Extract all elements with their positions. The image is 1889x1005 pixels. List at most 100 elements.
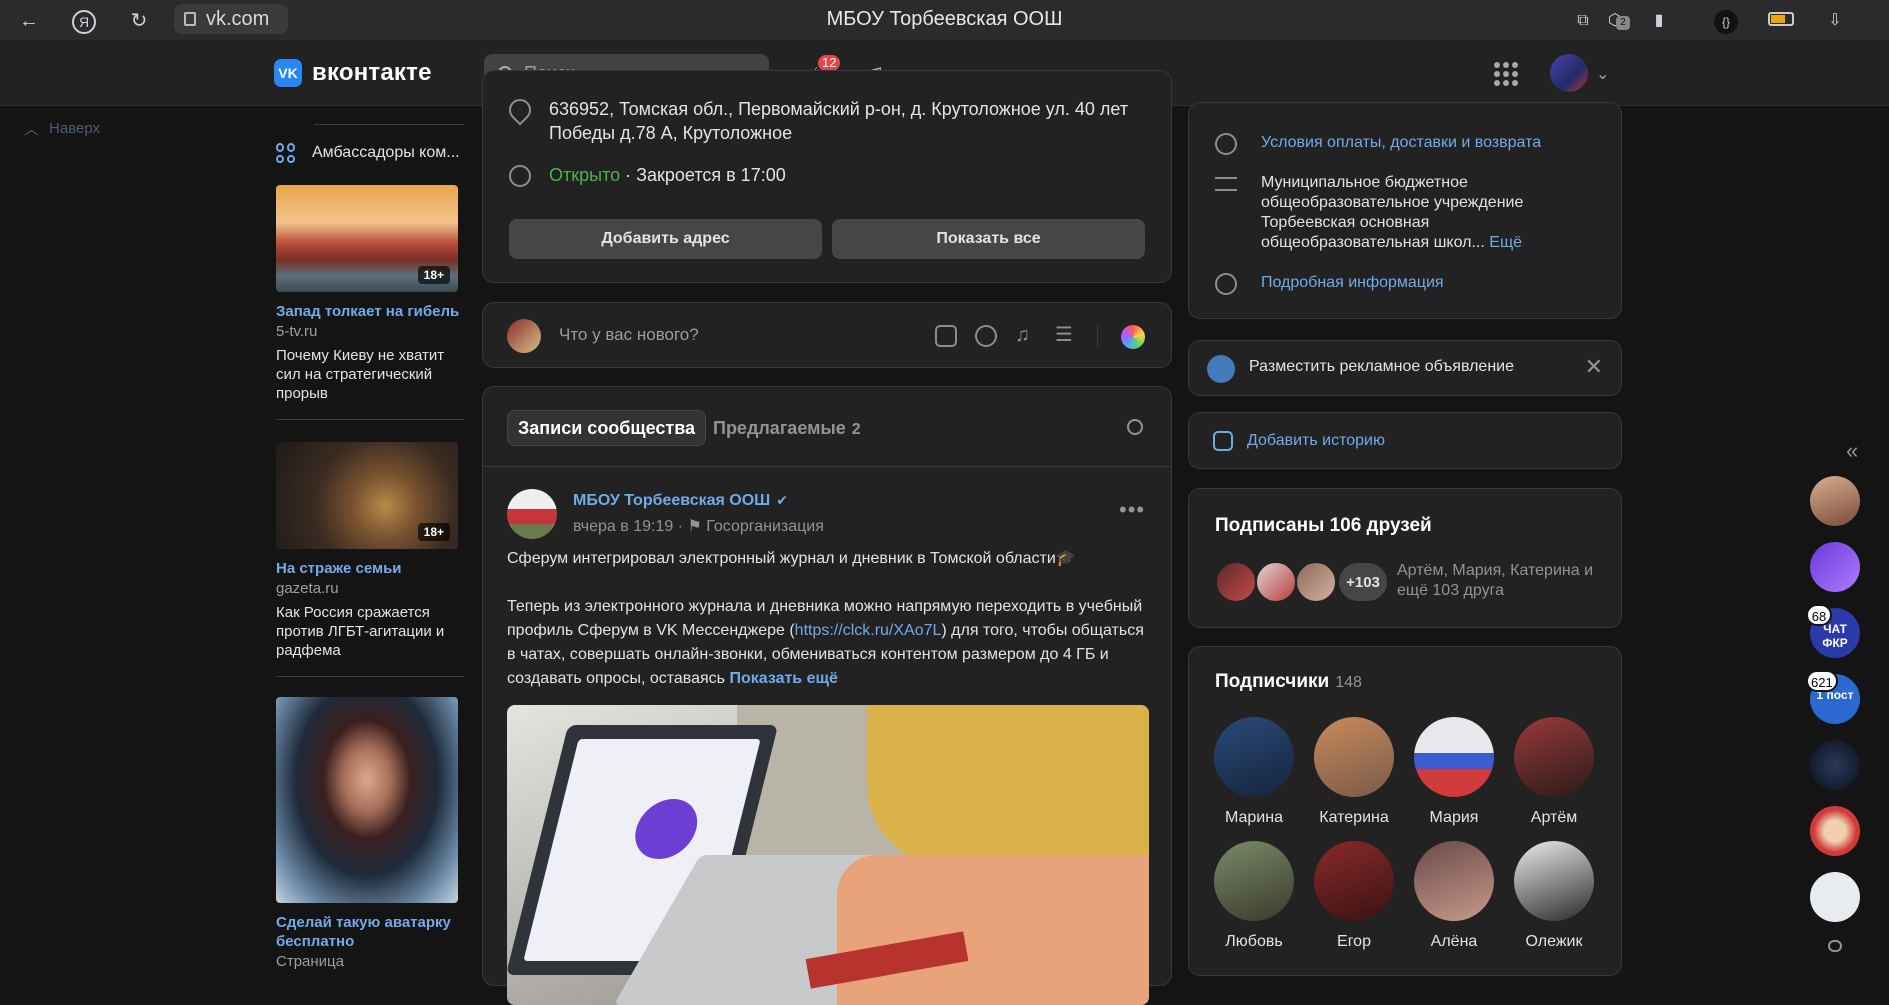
yandex-icon[interactable]: Я: [72, 10, 96, 34]
subscriber[interactable]: Алёна: [1409, 841, 1499, 951]
closing-time: · Закроется в 17:00: [625, 165, 786, 185]
back-icon[interactable]: ←: [18, 10, 40, 32]
extension-icon[interactable]: {}: [1714, 10, 1738, 34]
scroll-up-button[interactable]: ︿ Наверх: [24, 118, 100, 139]
subscriber[interactable]: Олежик: [1509, 841, 1599, 951]
tab-community-posts[interactable]: Записи сообщества: [507, 410, 707, 446]
subscriber-name: Егор: [1337, 933, 1371, 950]
ambassadors-icon: [276, 143, 296, 163]
verified-icon: ✔: [776, 492, 788, 508]
image-person: [837, 855, 1149, 1005]
ad-card[interactable]: 18+ Запад толкает на гибель 5-tv.ru Поче…: [276, 185, 464, 420]
tab-suggested[interactable]: Предлагаемые 2: [713, 418, 861, 439]
terms-link[interactable]: Условия оплаты, доставки и возврата: [1261, 133, 1541, 155]
terms-row[interactable]: Условия оплаты, доставки и возврата: [1215, 133, 1541, 155]
friends-more-count[interactable]: +103: [1337, 561, 1389, 603]
post-link[interactable]: https://clck.ru/XAo7L: [795, 622, 942, 639]
subscriber-avatar: [1314, 841, 1394, 921]
description-icon: [1215, 177, 1237, 191]
post-composer[interactable]: Что у вас нового? ♫ ☰: [482, 302, 1172, 368]
ambassadors-link[interactable]: Амбассадоры ком...: [276, 143, 464, 163]
close-icon[interactable]: ✕: [1585, 354, 1603, 380]
suggested-count: 2: [851, 421, 861, 438]
promo-label[interactable]: Разместить рекламное объявление: [1249, 358, 1514, 376]
ad-domain: Страница: [276, 953, 344, 970]
chat-avatar[interactable]: [1810, 740, 1860, 790]
friends-title[interactable]: Подписаны 106 друзей: [1215, 515, 1432, 537]
post-line-1: Сферум интегрировал электронный журнал и…: [507, 550, 1076, 567]
bookmark-icon[interactable]: ▮: [1648, 10, 1670, 32]
post-text: Сферум интегрировал электронный журнал и…: [507, 547, 1149, 691]
post-image[interactable]: [507, 705, 1149, 1005]
subscriber[interactable]: Егор: [1309, 841, 1399, 951]
downloads-icon[interactable]: ⇩: [1824, 10, 1846, 32]
friend-avatar[interactable]: [1255, 561, 1297, 603]
chevron-down-icon[interactable]: ⌄: [1596, 64, 1609, 84]
show-more-link[interactable]: Показать ещё: [729, 670, 837, 687]
location-icon: [504, 94, 536, 126]
about-text: Муниципальное бюджетное общеобразователь…: [1261, 174, 1524, 251]
article-icon[interactable]: ☰: [1055, 325, 1077, 347]
post-paragraph: Теперь из электронного журнала и дневник…: [507, 595, 1149, 691]
collapse-icon[interactable]: «: [1846, 438, 1858, 464]
ad-card[interactable]: Сделай такую аватарку бесплатно Страница: [276, 697, 464, 970]
ad-card[interactable]: 18+ На страже семьи gazeta.ru Как Россия…: [276, 442, 464, 677]
ad-title[interactable]: Сделай такую аватарку бесплатно: [276, 913, 464, 951]
friend-avatar[interactable]: [1215, 561, 1257, 603]
story-icon: [1213, 431, 1233, 451]
vk-logo[interactable]: VK вконтакте: [274, 59, 432, 87]
translate-icon[interactable]: ⧉: [1572, 10, 1594, 32]
apps-grid-icon[interactable]: [1494, 62, 1518, 86]
reload-icon[interactable]: ↻: [128, 10, 150, 32]
more-options-icon[interactable]: •••: [1119, 497, 1145, 523]
post-author[interactable]: МБОУ Торбеевская ООШ ✔: [573, 492, 788, 510]
left-ads-column: Амбассадоры ком... 18+ Запад толкает на …: [276, 106, 464, 970]
age-badge: 18+: [417, 523, 450, 541]
details-link[interactable]: Подробная информация: [1261, 273, 1444, 295]
sferum-graphic: [628, 799, 704, 859]
divider: [276, 419, 464, 420]
ad-image: [276, 697, 458, 903]
friend-avatar[interactable]: [1295, 561, 1337, 603]
subscriber[interactable]: Катерина: [1309, 717, 1399, 827]
post-time[interactable]: вчера в 19:19: [573, 518, 673, 535]
subscriber[interactable]: Мария: [1409, 717, 1499, 827]
music-attach-icon[interactable]: ♫: [1015, 325, 1037, 347]
chat-avatar[interactable]: [1810, 476, 1860, 526]
ad-title[interactable]: На страже семьи: [276, 559, 464, 578]
add-story-card[interactable]: Добавить историю: [1188, 412, 1622, 469]
community-feed: Записи сообщества Предлагаемые 2 МБОУ Тор…: [482, 386, 1172, 1005]
composer-placeholder[interactable]: Что у вас нового?: [559, 325, 699, 345]
profile-avatar[interactable]: [1550, 54, 1588, 92]
subscribers-title[interactable]: Подписчики 148: [1215, 671, 1362, 693]
tab-suggested-label: Предлагаемые: [713, 418, 846, 438]
ad-title[interactable]: Запад толкает на гибель: [276, 302, 464, 321]
camera-icon[interactable]: [935, 325, 957, 347]
subscriber[interactable]: Марина: [1209, 717, 1299, 827]
info-icon: [1215, 273, 1237, 295]
address-bar[interactable]: vk.com: [174, 4, 288, 34]
ai-assistant-icon[interactable]: [1121, 325, 1145, 349]
video-icon[interactable]: [975, 325, 997, 347]
about-more-link[interactable]: Ещё: [1489, 234, 1522, 251]
subscriber-name: Любовь: [1225, 933, 1283, 950]
feed-search-icon[interactable]: [1127, 419, 1143, 435]
chat-bubble-icon[interactable]: [1828, 940, 1842, 952]
add-story-label[interactable]: Добавить историю: [1247, 432, 1385, 450]
chat-avatar[interactable]: [1810, 872, 1860, 922]
chat-avatar[interactable]: [1810, 542, 1860, 592]
subscriber[interactable]: Любовь: [1209, 841, 1299, 951]
subscriber-avatar: [1314, 717, 1394, 797]
details-row[interactable]: Подробная информация: [1215, 273, 1444, 295]
subscriber-avatar: [1514, 717, 1594, 797]
ad-promo-card[interactable]: Разместить рекламное объявление ✕: [1188, 340, 1622, 396]
post-author-avatar[interactable]: [507, 489, 557, 539]
show-all-button[interactable]: Показать все: [832, 219, 1145, 259]
ad-text: Как Россия сражается против ЛГБТ-агитаци…: [276, 604, 445, 659]
subscriber[interactable]: Артём: [1509, 717, 1599, 827]
chat-avatar[interactable]: [1810, 806, 1860, 856]
post-author-name: МБОУ Торбеевская ООШ: [573, 492, 771, 509]
friends-names: Артём, Мария, Катерина и ещё 103 друга: [1397, 562, 1593, 599]
subscriber-name: Артём: [1530, 809, 1578, 826]
add-address-button[interactable]: Добавить адрес: [509, 219, 822, 259]
